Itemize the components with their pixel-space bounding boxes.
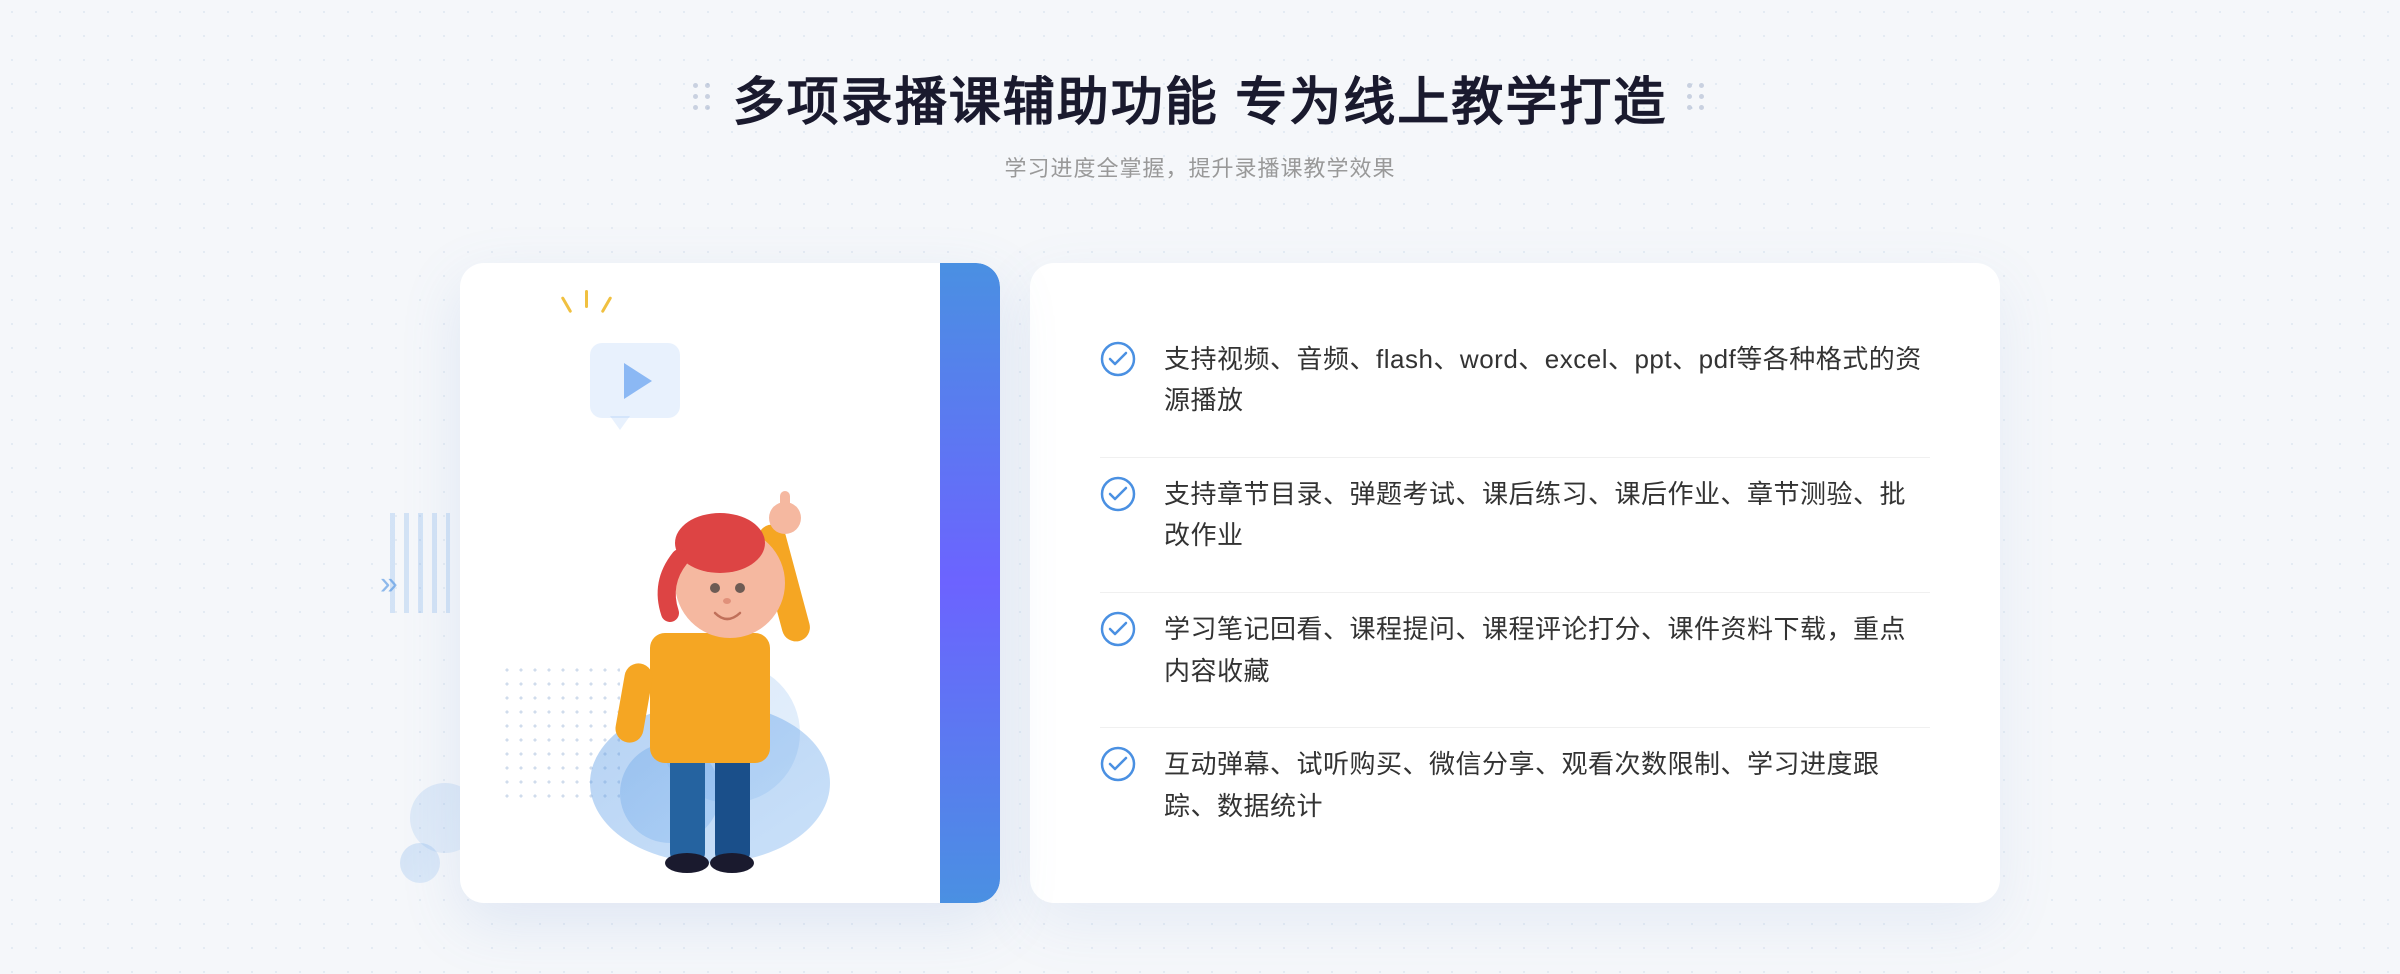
page-title: 多项录播课辅助功能 专为线上教学打造 <box>733 60 1667 135</box>
illustration-card <box>460 263 1000 903</box>
illustration-container: » <box>400 233 1060 933</box>
card-accent-bar <box>940 263 1000 903</box>
striped-rect-decoration <box>390 513 450 613</box>
check-icon-3 <box>1100 611 1136 647</box>
header-section: 多项录播课辅助功能 专为线上教学打造 学习进度全掌握，提升录播课教学效果 <box>693 0 1707 183</box>
right-decorator <box>1687 83 1707 113</box>
page-subtitle: 学习进度全掌握，提升录播课教学效果 <box>693 151 1707 183</box>
feature-text-2: 支持章节目录、弹题考试、课后练习、课后作业、章节测验、批改作业 <box>1164 474 1930 557</box>
content-area: » <box>400 233 2000 933</box>
feature-text-1: 支持视频、音频、flash、word、excel、ppt、pdf等各种格式的资源… <box>1164 339 1930 422</box>
feature-item-3: 学习笔记回看、课程提问、课程评论打分、课件资料下载，重点内容收藏 <box>1100 592 1930 708</box>
check-icon-2 <box>1100 476 1136 512</box>
left-decorator <box>693 83 713 113</box>
feature-text-3: 学习笔记回看、课程提问、课程评论打分、课件资料下载，重点内容收藏 <box>1164 609 1930 692</box>
page-wrapper: 多项录播课辅助功能 专为线上教学打造 学习进度全掌握，提升录播课教学效果 » <box>0 0 2400 974</box>
circle-decoration-2 <box>400 843 440 883</box>
person-figure <box>560 403 860 903</box>
play-icon <box>624 363 652 399</box>
feature-item-2: 支持章节目录、弹题考试、课后练习、课后作业、章节测验、批改作业 <box>1100 457 1930 573</box>
header-title-row: 多项录播课辅助功能 专为线上教学打造 <box>693 60 1707 135</box>
check-icon-1 <box>1100 341 1136 377</box>
feature-item-4: 互动弹幕、试听购买、微信分享、观看次数限制、学习进度跟踪、数据统计 <box>1100 727 1930 843</box>
feature-text-4: 互动弹幕、试听购买、微信分享、观看次数限制、学习进度跟踪、数据统计 <box>1164 744 1930 827</box>
feature-item-1: 支持视频、音频、flash、word、excel、ppt、pdf等各种格式的资源… <box>1100 323 1930 438</box>
features-panel: 支持视频、音频、flash、word、excel、ppt、pdf等各种格式的资源… <box>1030 263 2000 903</box>
check-icon-4 <box>1100 746 1136 782</box>
